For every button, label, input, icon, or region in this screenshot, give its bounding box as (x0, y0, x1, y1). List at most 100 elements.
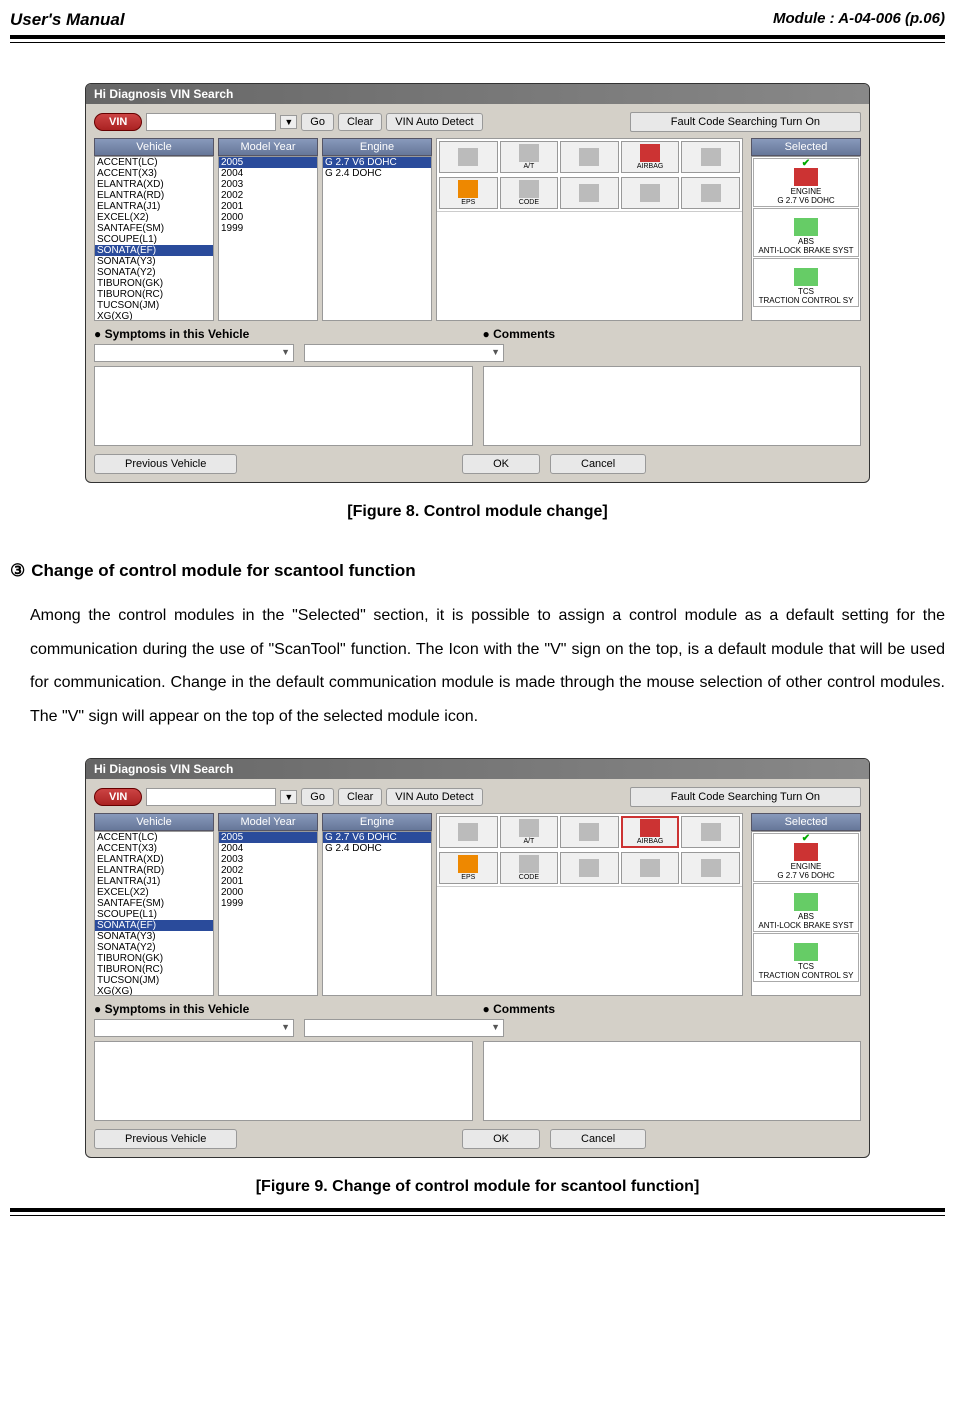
symptoms-dropdown-1b[interactable] (94, 1019, 294, 1037)
selected-item[interactable]: ABSANTI-LOCK BRAKE SYST (753, 208, 859, 257)
system-icon[interactable] (439, 816, 498, 848)
list-item[interactable]: TIBURON(GK) (95, 953, 213, 964)
year-listbox[interactable]: 2005200420032002200120001999 (218, 156, 318, 321)
vin-dropdown-icon[interactable]: ▼ (280, 115, 297, 129)
list-item[interactable]: SANTAFE(SM) (95, 898, 213, 909)
list-item[interactable]: TIBURON(RC) (95, 964, 213, 975)
list-item[interactable]: 2005 (219, 157, 317, 168)
symptoms-textarea-2[interactable] (94, 1041, 473, 1121)
list-item[interactable]: ACCENT(X3) (95, 843, 213, 854)
vehicle-listbox-2[interactable]: ACCENT(LC)ACCENT(X3)ELANTRA(XD)ELANTRA(R… (94, 831, 214, 996)
vehicle-listbox[interactable]: ACCENT(LC)ACCENT(X3)ELANTRA(XD)ELANTRA(R… (94, 156, 214, 321)
system-icon[interactable] (439, 141, 498, 173)
list-item[interactable]: ELANTRA(RD) (95, 865, 213, 876)
list-item[interactable]: ELANTRA(XD) (95, 179, 213, 190)
symptoms-dropdown-2[interactable] (304, 344, 504, 362)
list-item[interactable]: G 2.4 DOHC (323, 843, 431, 854)
engine-listbox-2[interactable]: G 2.7 V6 DOHCG 2.4 DOHC (322, 831, 432, 996)
list-item[interactable]: ACCENT(LC) (95, 157, 213, 168)
ok-button-2[interactable]: OK (462, 1129, 540, 1149)
system-icon[interactable] (621, 177, 680, 209)
system-icon[interactable] (681, 852, 740, 884)
comments-textarea-2[interactable] (483, 1041, 862, 1121)
list-item[interactable]: SCOUPE(L1) (95, 909, 213, 920)
list-item[interactable]: 2001 (219, 876, 317, 887)
vin-button-2[interactable]: VIN (94, 788, 142, 806)
list-item[interactable]: G 2.7 V6 DOHC (323, 157, 431, 168)
selected-item[interactable]: TCSTRACTION CONTROL SY (753, 933, 859, 982)
list-item[interactable]: ELANTRA(J1) (95, 876, 213, 887)
list-item[interactable]: G 2.7 V6 DOHC (323, 832, 431, 843)
list-item[interactable]: ELANTRA(J1) (95, 201, 213, 212)
list-item[interactable]: SONATA(Y3) (95, 256, 213, 267)
system-icon[interactable] (681, 141, 740, 173)
list-item[interactable]: 2004 (219, 843, 317, 854)
list-item[interactable]: XG(XG) (95, 986, 213, 996)
system-icon[interactable]: AIRBAG (621, 816, 680, 848)
list-item[interactable]: 2002 (219, 190, 317, 201)
list-item[interactable]: 2003 (219, 854, 317, 865)
system-icon[interactable]: A/T (500, 816, 559, 848)
list-item[interactable]: TUCSON(JM) (95, 975, 213, 986)
list-item[interactable]: XG(XG) (95, 311, 213, 321)
list-item[interactable]: 2000 (219, 212, 317, 223)
autodetect-button[interactable]: VIN Auto Detect (386, 113, 482, 131)
previous-vehicle-button[interactable]: Previous Vehicle (94, 454, 237, 474)
symptoms-dropdown-1[interactable] (94, 344, 294, 362)
list-item[interactable]: EXCEL(X2) (95, 212, 213, 223)
go-button-2[interactable]: Go (301, 788, 334, 806)
fault-search-button[interactable]: Fault Code Searching Turn On (630, 112, 861, 132)
selected-item[interactable]: ✔ENGINEG 2.7 V6 DOHC (753, 158, 859, 207)
list-item[interactable]: 2001 (219, 201, 317, 212)
list-item[interactable]: EXCEL(X2) (95, 887, 213, 898)
list-item[interactable]: 1999 (219, 898, 317, 909)
selected-listbox-2[interactable]: ✔ENGINEG 2.7 V6 DOHCABSANTI-LOCK BRAKE S… (751, 831, 861, 996)
list-item[interactable]: ELANTRA(XD) (95, 854, 213, 865)
list-item[interactable]: 2004 (219, 168, 317, 179)
list-item[interactable]: SONATA(Y3) (95, 931, 213, 942)
list-item[interactable]: SONATA(EF) (95, 920, 213, 931)
list-item[interactable]: TIBURON(GK) (95, 278, 213, 289)
list-item[interactable]: 2002 (219, 865, 317, 876)
list-item[interactable]: ACCENT(LC) (95, 832, 213, 843)
cancel-button-2[interactable]: Cancel (550, 1129, 646, 1149)
system-icon[interactable]: CODE (500, 177, 559, 209)
list-item[interactable]: ELANTRA(RD) (95, 190, 213, 201)
selected-item[interactable]: ABSANTI-LOCK BRAKE SYST (753, 883, 859, 932)
vin-input[interactable] (146, 113, 276, 131)
ok-button[interactable]: OK (462, 454, 540, 474)
list-item[interactable]: 2005 (219, 832, 317, 843)
previous-vehicle-button-2[interactable]: Previous Vehicle (94, 1129, 237, 1149)
list-item[interactable]: TIBURON(RC) (95, 289, 213, 300)
cancel-button[interactable]: Cancel (550, 454, 646, 474)
list-item[interactable]: TUCSON(JM) (95, 300, 213, 311)
system-icon[interactable]: EPS (439, 177, 498, 209)
list-item[interactable]: 2000 (219, 887, 317, 898)
system-icon[interactable] (560, 141, 619, 173)
fault-search-button-2[interactable]: Fault Code Searching Turn On (630, 787, 861, 807)
autodetect-button-2[interactable]: VIN Auto Detect (386, 788, 482, 806)
system-icon[interactable] (560, 852, 619, 884)
list-item[interactable]: 2003 (219, 179, 317, 190)
system-icon[interactable]: CODE (500, 852, 559, 884)
selected-item[interactable]: ✔ENGINEG 2.7 V6 DOHC (753, 833, 859, 882)
system-icon[interactable] (560, 816, 619, 848)
vin-button[interactable]: VIN (94, 113, 142, 131)
system-icon[interactable] (560, 177, 619, 209)
list-item[interactable]: 1999 (219, 223, 317, 234)
engine-listbox[interactable]: G 2.7 V6 DOHCG 2.4 DOHC (322, 156, 432, 321)
system-icon[interactable] (681, 816, 740, 848)
list-item[interactable]: SONATA(Y2) (95, 267, 213, 278)
system-icon[interactable]: EPS (439, 852, 498, 884)
list-item[interactable]: ACCENT(X3) (95, 168, 213, 179)
symptoms-textarea[interactable] (94, 366, 473, 446)
selected-listbox[interactable]: ✔ENGINEG 2.7 V6 DOHCABSANTI-LOCK BRAKE S… (751, 156, 861, 321)
list-item[interactable]: SCOUPE(L1) (95, 234, 213, 245)
list-item[interactable]: SONATA(EF) (95, 245, 213, 256)
year-listbox-2[interactable]: 2005200420032002200120001999 (218, 831, 318, 996)
system-icon[interactable] (621, 852, 680, 884)
system-icon[interactable]: AIRBAG (621, 141, 680, 173)
comments-textarea[interactable] (483, 366, 862, 446)
clear-button[interactable]: Clear (338, 113, 382, 131)
list-item[interactable]: G 2.4 DOHC (323, 168, 431, 179)
